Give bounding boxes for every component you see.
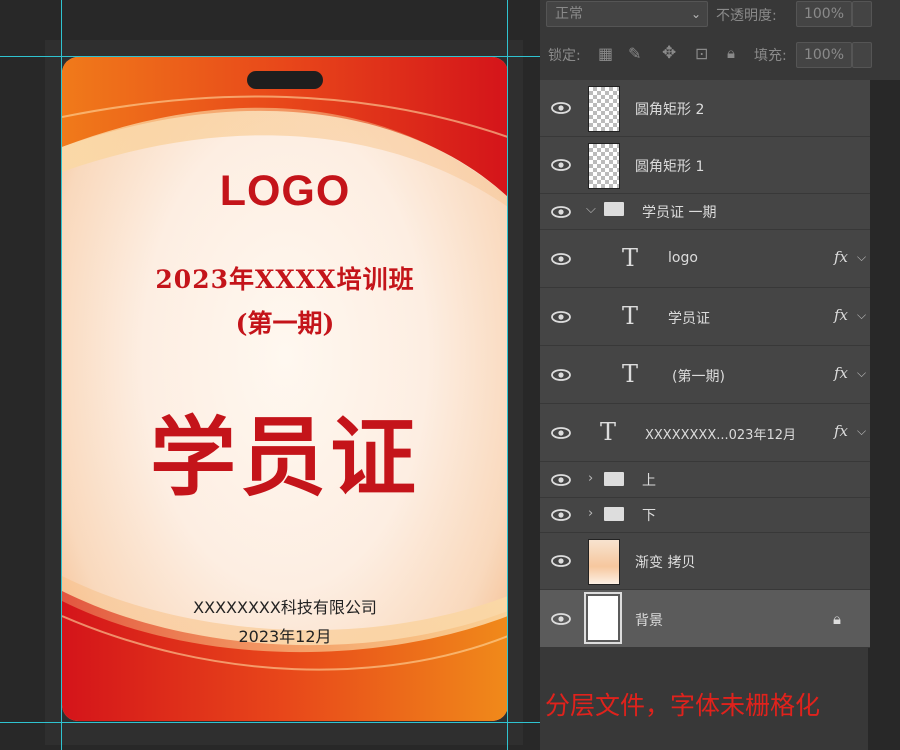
lock-transparent-icon[interactable]: ▦	[598, 44, 613, 63]
eye-icon[interactable]	[550, 101, 572, 115]
text-layer-icon: T	[622, 360, 639, 388]
fill-dropdown[interactable]	[852, 42, 872, 68]
layer-thumbnail	[588, 86, 620, 132]
badge-card[interactable]: LOGO 2023年XXXX培训班 (第一期) 学员证 XXXXXXXX科技有限…	[62, 57, 508, 721]
eye-icon[interactable]	[550, 473, 572, 487]
eye-icon[interactable]	[550, 368, 572, 382]
layer-name: logo	[668, 250, 698, 266]
chevron-down-icon[interactable]: ⌵	[857, 366, 866, 381]
guide-line[interactable]	[0, 56, 540, 57]
lock-label: 锁定:	[548, 48, 581, 64]
layer-thumbnail	[584, 592, 622, 644]
layer-row[interactable]: T logo fx ⌵	[540, 230, 870, 288]
layer-name: 圆角矩形 2	[635, 102, 705, 118]
folder-icon	[604, 202, 624, 216]
lanyard-slot	[247, 71, 323, 89]
folder-icon	[604, 472, 624, 486]
chevron-right-icon[interactable]: ›	[588, 471, 593, 486]
logo-text[interactable]: LOGO	[62, 167, 508, 216]
layer-name: 学员证 一期	[642, 205, 717, 221]
layer-row[interactable]: 圆角矩形 1	[540, 137, 870, 194]
layer-name: XXXXXXXX...023年12月	[645, 428, 796, 443]
layers-panel: 正常 ⌄ 不透明度: 100% 锁定: ▦ ✎ ✥ ⊡ 🔒︎ 填充: 100% …	[540, 0, 900, 750]
period-text[interactable]: (第一期)	[62, 304, 508, 340]
course-title[interactable]: 2023年XXXX培训班	[62, 260, 508, 296]
layer-row[interactable]: 圆角矩形 2	[540, 80, 870, 137]
layer-name: 下	[642, 508, 656, 524]
fx-icon[interactable]: fx	[834, 248, 848, 266]
lock-all-icon[interactable]: 🔒︎	[727, 44, 735, 62]
layer-row[interactable]: T XXXXXXXX...023年12月 fx ⌵	[540, 404, 870, 462]
chevron-down-icon[interactable]: ⌵	[857, 424, 866, 439]
opacity-dropdown[interactable]	[852, 1, 872, 27]
fill-label: 填充:	[754, 48, 787, 64]
fill-input[interactable]: 100%	[796, 42, 852, 68]
chevron-down-icon[interactable]: ⌵	[586, 202, 596, 217]
guide-line[interactable]	[0, 722, 540, 723]
layer-thumbnail	[588, 143, 620, 189]
eye-icon[interactable]	[550, 612, 572, 626]
layer-name: (第一期)	[672, 369, 725, 385]
layer-name: 渐变 拷贝	[635, 555, 696, 571]
eye-icon[interactable]	[550, 205, 572, 219]
folder-icon	[604, 507, 624, 521]
layer-row[interactable]: T 学员证 fx ⌵	[540, 288, 870, 346]
eye-icon[interactable]	[550, 554, 572, 568]
guide-line[interactable]	[61, 0, 62, 750]
fx-icon[interactable]: fx	[834, 364, 848, 382]
layer-group-row[interactable]: › 下	[540, 498, 870, 533]
lock-icon[interactable]: 🔒︎	[833, 610, 841, 628]
layer-name: 背景	[635, 613, 663, 629]
lock-artboard-icon[interactable]: ⊡	[695, 44, 708, 63]
fx-icon[interactable]: fx	[834, 422, 848, 440]
fx-icon[interactable]: fx	[834, 306, 848, 324]
chevron-down-icon[interactable]: ⌵	[857, 250, 866, 265]
lock-position-icon[interactable]: ✥	[662, 43, 676, 63]
opacity-input[interactable]: 100%	[796, 1, 852, 27]
caption-note: 分层文件，字体未栅格化	[545, 691, 821, 720]
eye-icon[interactable]	[550, 508, 572, 522]
layer-row[interactable]: 渐变 拷贝	[540, 533, 870, 590]
chevron-right-icon[interactable]: ›	[588, 506, 593, 521]
guide-line[interactable]	[507, 0, 508, 750]
eye-icon[interactable]	[550, 310, 572, 324]
eye-icon[interactable]	[550, 252, 572, 266]
lock-pixels-icon[interactable]: ✎	[628, 44, 641, 63]
eye-icon[interactable]	[550, 158, 572, 172]
layer-group-row[interactable]: › 上	[540, 462, 870, 498]
layer-row-background[interactable]: 背景 🔒︎	[540, 590, 870, 648]
eye-icon[interactable]	[550, 426, 572, 440]
layer-thumbnail	[588, 539, 620, 585]
chevron-down-icon: ⌄	[690, 7, 701, 21]
text-layer-icon: T	[600, 418, 617, 446]
blend-mode-select[interactable]: 正常 ⌄	[546, 1, 708, 27]
layer-name: 上	[642, 473, 656, 489]
company-name[interactable]: XXXXXXXX科技有限公司	[62, 594, 508, 618]
layer-name: 圆角矩形 1	[635, 159, 705, 175]
badge-title[interactable]: 学员证	[62, 387, 508, 512]
layer-name: 学员证	[668, 311, 710, 327]
chevron-down-icon[interactable]: ⌵	[857, 308, 866, 323]
blend-mode-value: 正常	[555, 6, 583, 22]
opacity-label: 不透明度:	[716, 8, 777, 24]
panel-gutter	[868, 80, 900, 750]
text-layer-icon: T	[622, 244, 639, 272]
layer-row[interactable]: T (第一期) fx ⌵	[540, 346, 870, 404]
text-layer-icon: T	[622, 302, 639, 330]
document-canvas[interactable]: LOGO 2023年XXXX培训班 (第一期) 学员证 XXXXXXXX科技有限…	[0, 0, 540, 750]
issue-date[interactable]: 2023年12月	[62, 623, 508, 647]
layer-group-row[interactable]: ⌵ 学员证 一期	[540, 194, 870, 230]
